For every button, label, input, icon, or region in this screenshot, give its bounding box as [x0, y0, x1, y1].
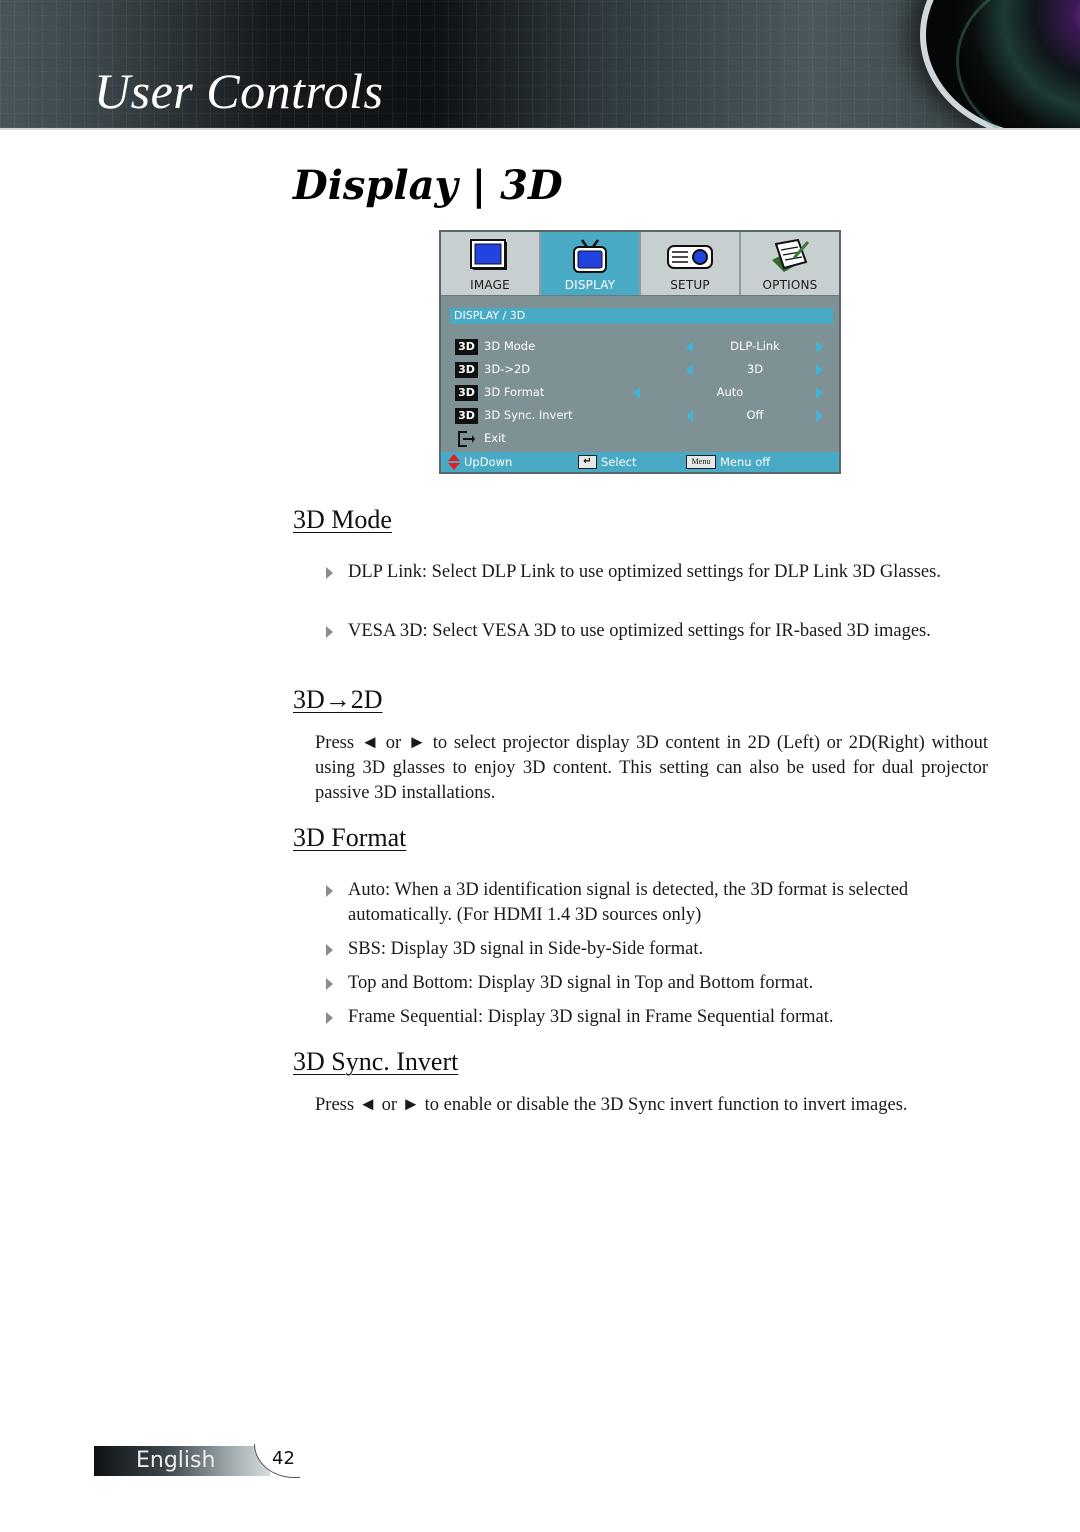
- osd-row-label: 3D Mode: [484, 339, 536, 353]
- osd-status-bar: UpDown ↵ Select Menu Menu off: [441, 452, 839, 472]
- osd-row-label: 3D Sync. Invert: [484, 408, 573, 422]
- footer-language: English: [94, 1446, 270, 1476]
- osd-row-3d-format[interactable]: 3D 3D Format Auto: [455, 382, 831, 402]
- right-arrow-icon[interactable]: [816, 341, 823, 353]
- osd-menu: IMAGE DISPLAY SETUP OPTIONS DISPLAY / 3D…: [439, 230, 841, 474]
- notepad-icon: [772, 238, 810, 272]
- status-menu-off: Menu Menu off: [686, 452, 770, 472]
- tab-image[interactable]: IMAGE: [441, 232, 541, 295]
- tab-setup-label: SETUP: [670, 278, 710, 292]
- bullet-text: Frame Sequential: Display 3D signal in F…: [348, 1007, 834, 1027]
- tv-icon: [573, 239, 607, 273]
- bullet-arrow-icon: [326, 978, 333, 990]
- bullet-text: VESA 3D: Select VESA 3D to use optimized…: [348, 621, 931, 641]
- right-arrow-icon[interactable]: [816, 410, 823, 422]
- right-arrow-icon[interactable]: [816, 387, 823, 399]
- section-title: User Controls: [94, 63, 384, 119]
- paragraph-3d-sync-invert: Press ◄ or ► to enable or disable the 3D…: [315, 1095, 908, 1115]
- status-updown-label: UpDown: [464, 455, 513, 469]
- osd-row-value: DLP-Link: [730, 339, 780, 353]
- bullet-item: Frame Sequential: Display 3D signal in F…: [322, 1005, 992, 1030]
- header-banner: User Controls: [0, 0, 1080, 130]
- page-number: 42: [272, 1448, 295, 1469]
- bullet-item: SBS: Display 3D signal in Side-by-Side f…: [322, 937, 992, 962]
- enter-key-icon: ↵: [578, 455, 597, 469]
- status-select-label: Select: [601, 455, 637, 469]
- 3d-badge-icon: 3D: [455, 385, 478, 401]
- osd-row-label: 3D Format: [484, 385, 545, 399]
- osd-row-value: Auto: [716, 385, 744, 399]
- heading-3d-format: 3D Format: [293, 823, 407, 852]
- heading-3d-mode: 3D Mode: [293, 505, 392, 534]
- osd-row-3d-sync-invert[interactable]: 3D 3D Sync. Invert Off: [455, 405, 831, 425]
- osd-exit-label: Exit: [484, 431, 506, 445]
- bullet-text: SBS: Display 3D signal in Side-by-Side f…: [348, 939, 704, 959]
- tab-options[interactable]: OPTIONS: [741, 232, 839, 295]
- tab-display[interactable]: DISPLAY: [541, 232, 641, 295]
- osd-row-value: Off: [746, 408, 764, 422]
- bullet-arrow-icon: [326, 626, 333, 638]
- bullet-item: Auto: When a 3D identification signal is…: [322, 878, 992, 928]
- menu-key-icon: Menu: [686, 455, 716, 469]
- bullet-arrow-icon: [326, 944, 333, 956]
- bullet-arrow-icon: [326, 567, 333, 579]
- osd-row-3d-to-2d[interactable]: 3D 3D->2D 3D: [455, 359, 831, 379]
- bullet-text: Auto: When a 3D identification signal is…: [348, 880, 909, 925]
- page-title: Display | 3D: [293, 162, 563, 209]
- osd-breadcrumb: DISPLAY / 3D: [450, 308, 833, 324]
- exit-icon: [458, 431, 475, 447]
- projector-lens-image: [920, 0, 1080, 128]
- bullet-arrow-icon: [326, 1012, 333, 1024]
- monitor-icon: [470, 239, 507, 270]
- updown-arrows-icon: [448, 454, 460, 470]
- bullet-arrow-icon: [326, 885, 333, 897]
- bullet-item: VESA 3D: Select VESA 3D to use optimized…: [322, 619, 992, 644]
- osd-row-3d-mode[interactable]: 3D 3D Mode DLP-Link: [455, 336, 831, 356]
- bullet-text: DLP Link: Select DLP Link to use optimiz…: [348, 562, 941, 582]
- 3d-badge-icon: 3D: [455, 339, 478, 355]
- heading-3d-sync-invert: 3D Sync. Invert: [293, 1047, 459, 1076]
- osd-row-label: 3D->2D: [484, 362, 531, 376]
- 3d-badge-icon: 3D: [455, 408, 478, 424]
- 3d-badge-icon: 3D: [455, 362, 478, 378]
- status-menu-off-label: Menu off: [720, 455, 771, 469]
- tab-image-label: IMAGE: [470, 278, 510, 292]
- bullet-item: Top and Bottom: Display 3D signal in Top…: [322, 971, 992, 996]
- tab-options-label: OPTIONS: [762, 278, 818, 292]
- osd-row-value: 3D: [746, 362, 764, 376]
- paragraph-3d-to-2d: Press ◄ or ► to select projector display…: [315, 733, 988, 803]
- osd-tab-bar: IMAGE DISPLAY SETUP OPTIONS: [441, 232, 839, 296]
- status-updown: UpDown: [447, 452, 512, 472]
- projector-icon: [667, 245, 713, 269]
- left-arrow-icon[interactable]: [633, 387, 640, 399]
- osd-row-exit[interactable]: Exit: [455, 428, 831, 448]
- tab-display-label: DISPLAY: [564, 278, 616, 292]
- status-select: ↵ Select: [578, 452, 636, 472]
- bullet-text: Top and Bottom: Display 3D signal in Top…: [348, 973, 814, 993]
- tab-setup[interactable]: SETUP: [641, 232, 741, 295]
- bullet-item: DLP Link: Select DLP Link to use optimiz…: [322, 560, 992, 585]
- heading-3d-to-2d: 3D→2D: [293, 685, 383, 714]
- right-arrow-icon[interactable]: [816, 364, 823, 376]
